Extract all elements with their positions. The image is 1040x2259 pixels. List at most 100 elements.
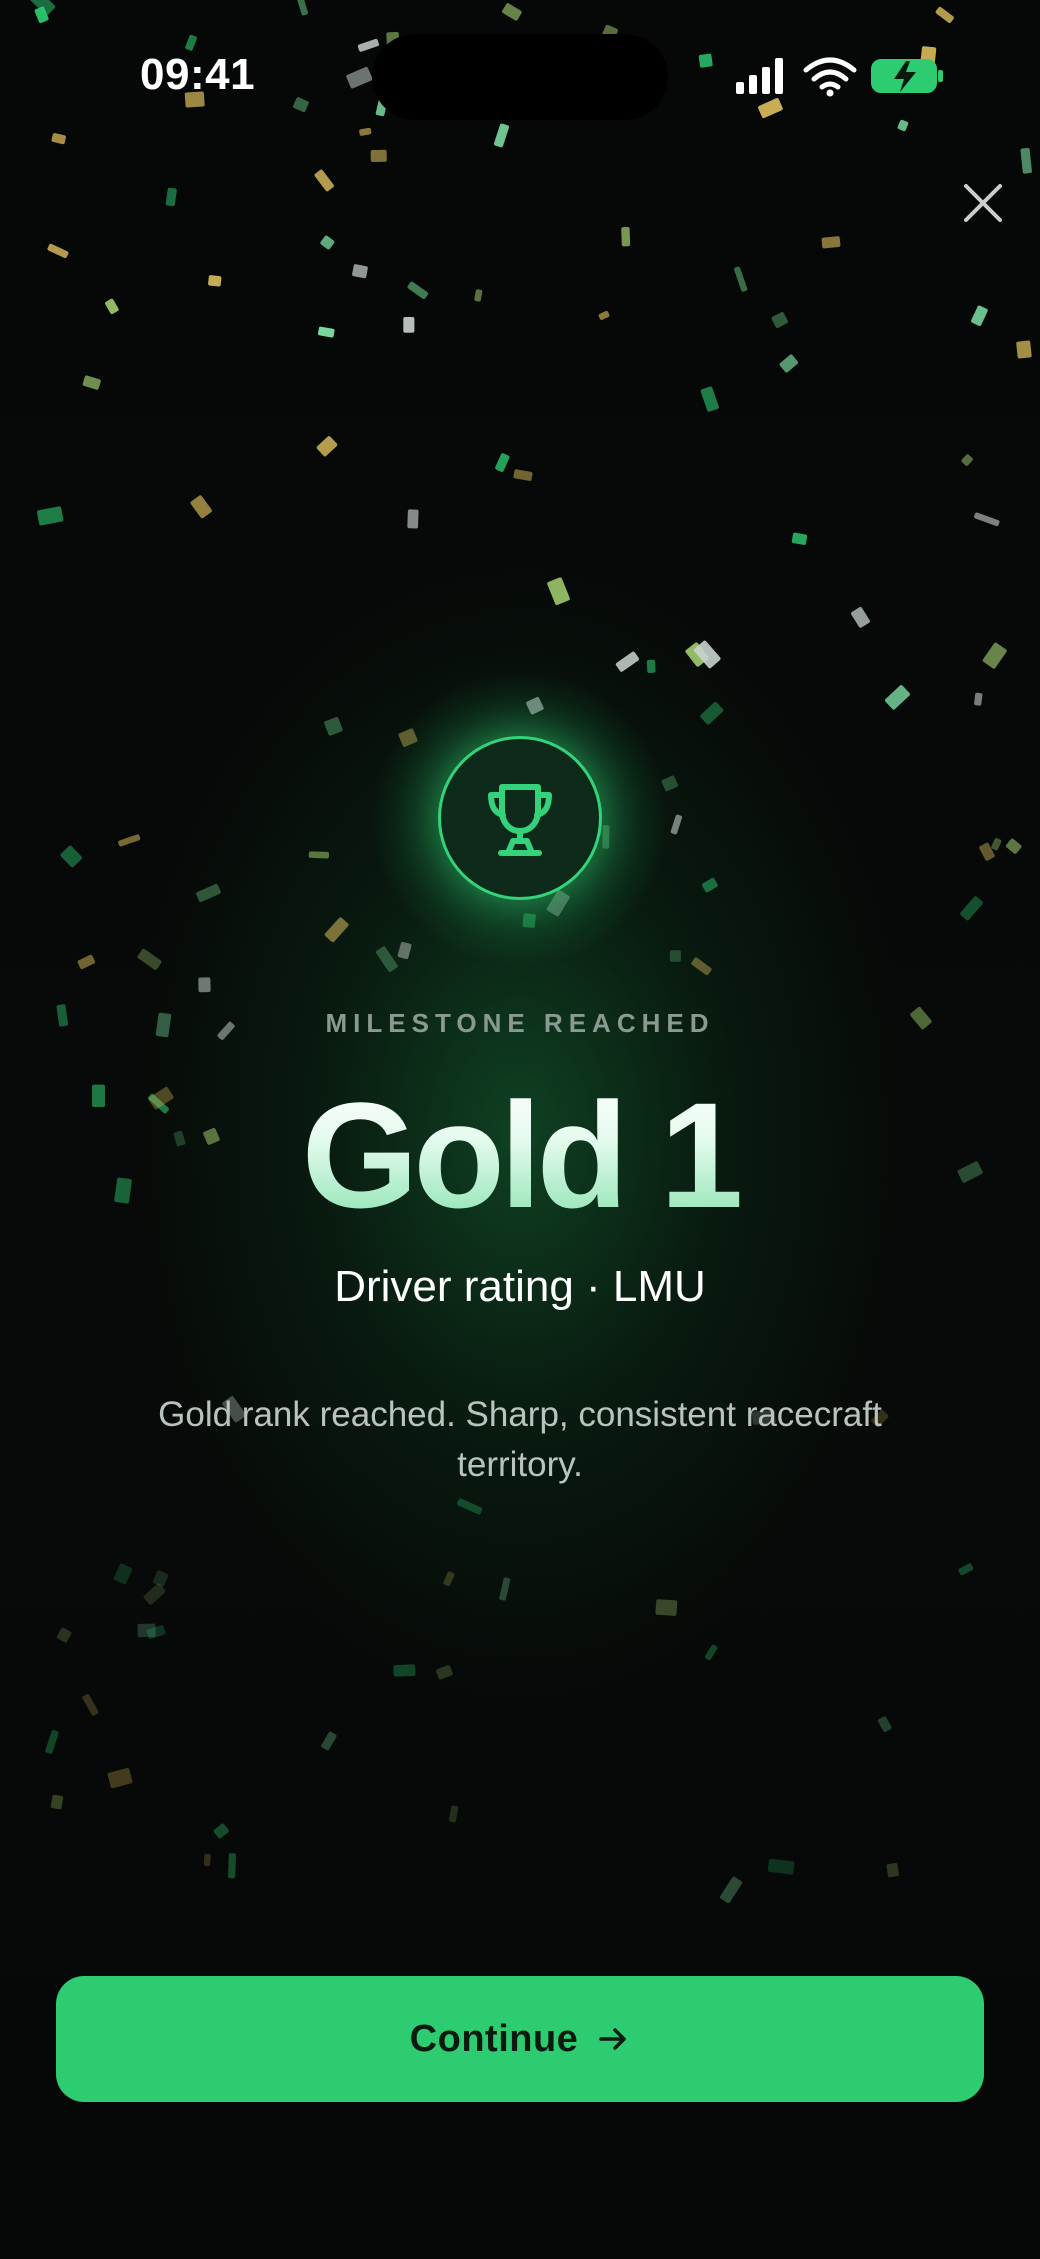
confetti-piece [320, 235, 335, 250]
confetti-piece [321, 1731, 337, 1751]
confetti-piece [82, 375, 101, 390]
confetti-piece [196, 883, 221, 903]
confetti-piece [670, 814, 683, 835]
confetti-piece [393, 1664, 416, 1677]
confetti-piece [598, 310, 610, 320]
confetti-piece [143, 1583, 166, 1605]
confetti-piece [152, 1570, 169, 1587]
confetti-piece [146, 1625, 166, 1639]
confetti-piece [700, 386, 719, 412]
confetti-piece [974, 692, 983, 706]
close-button[interactable] [958, 178, 1008, 228]
confetti-piece [693, 640, 721, 669]
confetti-piece [352, 264, 368, 279]
confetti-piece [407, 281, 429, 299]
rating-subtitle: Driver rating · LMU [334, 1262, 706, 1311]
confetti-piece [791, 532, 808, 545]
confetti-piece [821, 236, 841, 249]
confetti-piece [443, 1571, 455, 1587]
confetti-piece [979, 842, 995, 861]
confetti-piece [779, 354, 799, 373]
confetti-piece [495, 453, 510, 472]
confetti-piece [118, 834, 141, 847]
confetti-piece [513, 469, 533, 481]
confetti-piece [213, 1823, 229, 1839]
confetti-piece [767, 1858, 795, 1875]
confetti-piece [685, 642, 709, 667]
battery-charging-icon [871, 59, 943, 93]
confetti-piece [771, 312, 788, 328]
confetti-piece [720, 1876, 743, 1904]
confetti-piece [701, 877, 718, 893]
rank-title: Gold 1 [0, 1070, 1040, 1240]
confetti-piece [107, 1767, 133, 1789]
confetti-piece [45, 1730, 59, 1754]
confetti-piece [982, 642, 1007, 669]
confetti-piece [113, 1563, 133, 1585]
confetti-piece [1020, 147, 1032, 174]
confetti-piece [974, 512, 1000, 527]
confetti-piece [958, 1563, 974, 1576]
confetti-piece [621, 227, 631, 247]
confetti-piece [655, 1599, 678, 1616]
confetti-piece [646, 659, 656, 674]
arrow-right-icon [599, 2028, 627, 2050]
dynamic-island [372, 34, 668, 120]
confetti-piece [1016, 340, 1032, 359]
status-icons [736, 57, 943, 97]
confetti-piece [704, 1644, 718, 1661]
confetti-piece [547, 577, 570, 605]
confetti-piece [47, 243, 69, 259]
confetti-piece [228, 1853, 236, 1879]
confetti-piece [203, 1853, 211, 1866]
confetti-piece [407, 509, 419, 529]
milestone-description: Gold rank reached. Sharp, consistent rac… [158, 1395, 882, 1484]
confetti-piece [37, 506, 64, 526]
confetti-piece [886, 1863, 899, 1878]
confetti-piece [208, 275, 222, 287]
milestone-screen: 09:41 MILESTONE REACHED Gold 1 Driver ra… [0, 0, 1040, 2259]
trophy-icon [488, 784, 552, 856]
confetti-piece [436, 1665, 453, 1680]
confetti-piece [105, 298, 119, 315]
confetti-piece [851, 607, 870, 628]
status-bar: 09:41 [0, 0, 1040, 150]
confetti-piece [60, 845, 82, 868]
confetti-piece [370, 149, 387, 163]
cellular-signal-icon [736, 58, 783, 94]
trophy-badge [438, 736, 602, 900]
confetti-piece [961, 454, 973, 466]
continue-label: Continue [409, 2017, 579, 2060]
confetti-piece [991, 838, 1002, 851]
confetti-piece [324, 917, 349, 943]
confetti-piece [1005, 838, 1022, 854]
confetti-piece [324, 717, 343, 736]
confetti-piece [316, 436, 338, 457]
confetti-piece [82, 1694, 99, 1716]
confetti-piece [457, 1498, 483, 1515]
confetti-piece [50, 1794, 64, 1810]
confetti-piece [77, 954, 96, 970]
confetti-piece [165, 187, 177, 207]
continue-button[interactable]: Continue [56, 1976, 984, 2102]
confetti-piece [137, 948, 162, 970]
milestone-eyebrow: MILESTONE REACHED [325, 1008, 715, 1038]
confetti-piece [314, 169, 334, 192]
confetti-piece [960, 896, 983, 921]
confetti-piece [734, 266, 748, 292]
confetti-piece [375, 946, 398, 972]
confetti-piece [403, 316, 415, 333]
confetti-piece [499, 1577, 511, 1601]
confetti-piece [56, 1627, 72, 1643]
confetti-piece [474, 289, 483, 302]
wifi-icon [803, 57, 857, 90]
confetti-piece [397, 941, 412, 960]
confetti-piece [137, 1623, 156, 1638]
confetti-piece [615, 651, 639, 672]
confetti-piece [884, 685, 910, 710]
confetti-piece [448, 1805, 459, 1823]
close-icon [964, 184, 1002, 222]
status-time: 09:41 [140, 50, 256, 99]
confetti-piece [190, 495, 212, 519]
confetti-piece [691, 957, 712, 976]
